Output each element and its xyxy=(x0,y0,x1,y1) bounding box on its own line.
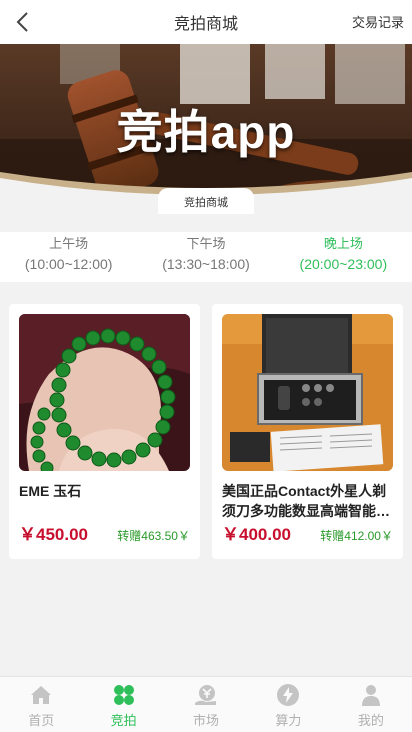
tab-home[interactable]: 首页 xyxy=(0,677,82,732)
product-card[interactable]: EME 玉石 ￥450.00 转赠463.50￥ xyxy=(9,304,200,559)
product-price-row: ￥450.00 转赠463.50￥ xyxy=(19,520,190,545)
tab-label: 我的 xyxy=(357,713,384,728)
session-time: (20:00~23:00) xyxy=(299,256,388,272)
tab-market[interactable]: 市场 xyxy=(165,677,247,732)
tab-profile[interactable]: 我的 xyxy=(330,677,412,732)
jade-bracelet-image xyxy=(19,314,190,471)
product-image xyxy=(19,314,190,471)
product-price: ￥400.00 xyxy=(222,525,291,544)
product-image xyxy=(222,314,393,471)
session-tabs: 上午场 (10:00~12:00) 下午场 (13:30~18:00) 晚上场 … xyxy=(0,232,412,282)
tab-label: 竞拍 xyxy=(110,713,137,728)
product-name: EME 玉石 xyxy=(19,483,82,499)
clover-icon xyxy=(113,685,134,705)
product-price-row: ￥400.00 转赠412.00￥ xyxy=(222,520,393,545)
back-button[interactable] xyxy=(8,8,36,36)
session-name: 晚上场 xyxy=(323,236,363,251)
tab-label: 首页 xyxy=(28,713,55,728)
product-name: 美国正品Contact外星人剃须刀多功能数显高端智能… xyxy=(222,483,390,519)
session-morning[interactable]: 上午场 (10:00~12:00) xyxy=(0,232,137,282)
transaction-records-link[interactable]: 交易记录 xyxy=(352,12,404,31)
page-title: 竞拍商城 xyxy=(173,16,238,33)
home-icon xyxy=(31,686,52,704)
product-card[interactable]: 美国正品Contact外星人剃须刀多功能数显高端智能… ￥400.00 转赠41… xyxy=(212,304,403,559)
chevron-left-icon xyxy=(16,12,28,32)
session-name: 下午场 xyxy=(186,236,226,251)
market-yen-icon xyxy=(195,685,217,705)
session-afternoon[interactable]: 下午场 (13:30~18:00) xyxy=(137,232,274,282)
bottom-tab-bar: 首页 竞拍 市场 算力 我的 xyxy=(0,676,412,732)
banner-title: 竞拍app xyxy=(116,106,296,158)
session-name: 上午场 xyxy=(49,236,89,251)
tab-computing-power[interactable]: 算力 xyxy=(247,677,329,732)
tab-label: 市场 xyxy=(193,713,220,728)
top-nav-bar: 竞拍商城 交易记录 xyxy=(0,0,412,44)
product-gift-value: 转赠463.50￥ xyxy=(117,529,190,543)
session-time: (10:00~12:00) xyxy=(24,256,113,272)
session-evening[interactable]: 晚上场 (20:00~23:00) xyxy=(275,232,412,282)
product-price: ￥450.00 xyxy=(19,525,88,544)
shaver-kit-case-image xyxy=(222,314,393,471)
tab-auction[interactable]: 竞拍 xyxy=(82,677,164,732)
session-time: (13:30~18:00) xyxy=(162,256,250,272)
lightning-icon xyxy=(277,684,300,706)
product-gift-value: 转赠412.00￥ xyxy=(320,529,393,543)
tab-label: 算力 xyxy=(275,713,302,728)
product-grid: EME 玉石 ￥450.00 转赠463.50￥ 美国正品Contact外星人剃… xyxy=(9,304,403,559)
banner-badge: 竞拍商城 xyxy=(158,188,254,214)
user-icon xyxy=(361,685,380,706)
